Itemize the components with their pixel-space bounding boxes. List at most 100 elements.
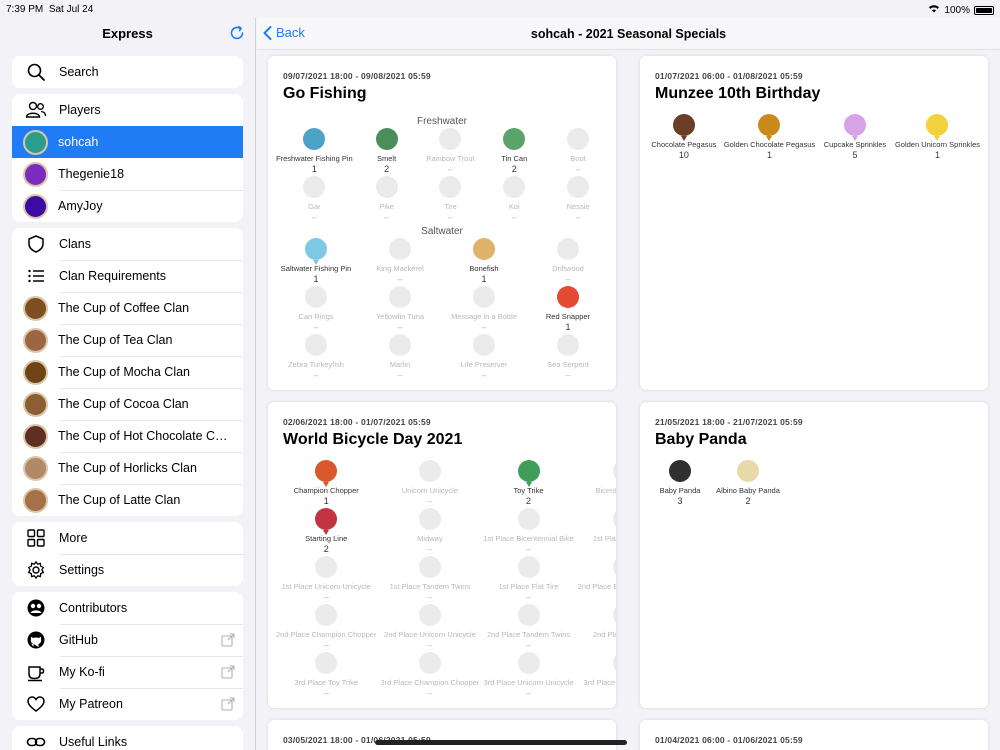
item-grid: Champion Chopper 1 Unicorn Unicycle – Toy Tr…: [274, 460, 616, 700]
sidebar-item-the-cup-of-latte-clan[interactable]: The Cup of Latte Clan: [12, 484, 243, 516]
munzee-item[interactable]: Bonefish 1: [442, 238, 526, 286]
munzee-item[interactable]: Bicentennial Bike–: [576, 460, 616, 508]
munzee-icon: [557, 238, 579, 260]
event-card[interactable]: 21/05/2021 18:00 - 21/07/2021 05:59 Baby …: [640, 402, 988, 708]
munzee-count: –: [427, 640, 433, 650]
munzee-icon: [418, 652, 441, 674]
munzee-icon: [517, 604, 540, 626]
event-card[interactable]: 01/07/2021 06:00 - 01/08/2021 05:59 Munze…: [640, 56, 988, 390]
munzee-item[interactable]: Chocolate Pegasus 10: [646, 114, 722, 162]
munzee-item[interactable]: 2nd Place Flat Tire–: [576, 604, 616, 652]
sidebar-item-useful-links[interactable]: Useful Links: [12, 726, 243, 750]
sidebar-item-players[interactable]: Players: [12, 94, 243, 126]
event-card[interactable]: 09/07/2021 18:00 - 09/08/2021 05:59 Go Fi…: [268, 56, 616, 390]
munzee-item[interactable]: 2nd Place Unicorn Unicycle –: [378, 604, 481, 652]
sidebar-item-clan-requirements[interactable]: Clan Requirements: [12, 260, 243, 292]
sidebar-item-my-ko-fi[interactable]: My Ko-fi: [12, 656, 243, 688]
munzee-item[interactable]: 1st Place Bicentennial Bike –: [481, 508, 575, 556]
munzee-item[interactable]: 2nd Place Tandem Twins –: [481, 604, 575, 652]
munzee-icon: [613, 652, 616, 674]
sidebar-item-more[interactable]: More: [12, 522, 243, 554]
munzee-name: Nessie: [566, 202, 590, 211]
munzee-item[interactable]: Unicorn Unicycle –: [378, 460, 481, 508]
sidebar-group: Contributors GitHub My Ko-fi My Patreon: [12, 592, 243, 720]
refresh-icon[interactable]: [228, 24, 246, 42]
munzee-item[interactable]: Golden Unicorn Sprinkles 1: [893, 114, 982, 162]
munzee-item[interactable]: Starting Line 2: [274, 508, 378, 556]
sidebar-item-settings[interactable]: Settings: [12, 554, 243, 586]
munzee-icon: [517, 460, 540, 487]
munzee-item[interactable]: Freshwater Fishing Pin 1: [274, 128, 355, 176]
munzee-icon: [473, 286, 495, 308]
munzee-item[interactable]: Baby Panda 3: [646, 460, 714, 508]
munzee-item[interactable]: Nessie –: [546, 176, 610, 224]
sidebar-item-the-cup-of-coffee-clan[interactable]: The Cup of Coffee Clan: [12, 292, 243, 324]
munzee-item[interactable]: Life Preserver –: [442, 334, 526, 382]
sidebar-item-search[interactable]: Search: [12, 56, 243, 88]
munzee-item[interactable]: Red Snapper 1: [526, 286, 610, 334]
sidebar-item-thegenie18[interactable]: Thegenie18: [12, 158, 243, 190]
sidebar-item-github[interactable]: GitHub: [12, 624, 243, 656]
munzee-count: –: [323, 688, 329, 698]
munzee-name: Boot: [570, 154, 586, 163]
munzee-item[interactable]: Rainbow Trout –: [419, 128, 483, 176]
munzee-name: Unicorn Unicycle: [401, 486, 459, 495]
munzee-item[interactable]: 2nd Place Champion Chopper –: [274, 604, 378, 652]
munzee-item[interactable]: Driftwood –: [526, 238, 610, 286]
munzee-count: –: [427, 592, 433, 602]
sidebar-item-the-cup-of-tea-clan[interactable]: The Cup of Tea Clan: [12, 324, 243, 356]
munzee-item[interactable]: Smelt 2: [355, 128, 419, 176]
sidebar-item-my-patreon[interactable]: My Patreon: [12, 688, 243, 720]
munzee-item[interactable]: Can Rings –: [274, 286, 358, 334]
sidebar-item-the-cup-of-hot-chocolate-clan[interactable]: The Cup of Hot Chocolate Clan: [12, 420, 243, 452]
munzee-item[interactable]: Tin Can 2: [482, 128, 546, 176]
munzee-item[interactable]: 1st Place Tandem Twins –: [378, 556, 481, 604]
munzee-item[interactable]: Gar –: [274, 176, 355, 224]
munzee-item[interactable]: 3rd Place Toy Trike –: [274, 652, 378, 700]
munzee-item[interactable]: Tire –: [419, 176, 483, 224]
munzee-count: 1: [323, 496, 329, 506]
munzee-name: Tin Can: [501, 154, 528, 163]
munzee-name: Gar: [308, 202, 321, 211]
sidebar-item-clans[interactable]: Clans: [12, 228, 243, 260]
munzee-item[interactable]: 1st Place Flat Tire –: [481, 556, 575, 604]
sidebar-item-the-cup-of-mocha-clan[interactable]: The Cup of Mocha Clan: [12, 356, 243, 388]
munzee-item[interactable]: Marlin –: [358, 334, 442, 382]
munzee-item[interactable]: 1st Place Toy Trike–: [576, 508, 616, 556]
munzee-item[interactable]: Sea Serpent –: [526, 334, 610, 382]
munzee-item[interactable]: Zebra Turkeyfish –: [274, 334, 358, 382]
munzee-item[interactable]: 3rd Place Unicorn Unicycle –: [481, 652, 575, 700]
wifi-icon: [928, 4, 940, 16]
event-card[interactable]: 02/06/2021 18:00 - 01/07/2021 05:59 World…: [268, 402, 616, 708]
munzee-item[interactable]: 1st Place Unicorn Unicycle –: [274, 556, 378, 604]
munzee-item[interactable]: Champion Chopper 1: [274, 460, 378, 508]
munzee-item[interactable]: Saltwater Fishing Pin 1: [274, 238, 358, 286]
munzee-item[interactable]: 3rd Place Champion Chopper –: [378, 652, 481, 700]
sidebar-item-amyjoy[interactable]: AmyJoy: [12, 190, 243, 222]
munzee-item[interactable]: 2nd Place Bicentennial Bike–: [576, 556, 616, 604]
munzee-item[interactable]: Albino Baby Panda 2: [714, 460, 782, 508]
munzee-item[interactable]: Midway –: [378, 508, 481, 556]
munzee-name: Cupcake Sprinkles: [823, 140, 887, 149]
munzee-item[interactable]: Cupcake Sprinkles 5: [817, 114, 893, 162]
event-card[interactable]: 01/04/2021 06:00 - 01/06/2021 05:59: [640, 720, 988, 750]
munzee-item[interactable]: King Mackerel –: [358, 238, 442, 286]
munzee-item[interactable]: Toy Trike 2: [481, 460, 575, 508]
munzee-item[interactable]: Message in a Bottle –: [442, 286, 526, 334]
munzee-icon: [315, 556, 338, 578]
munzee-name: Freshwater Fishing Pin: [276, 154, 353, 163]
munzee-item[interactable]: Golden Chocolate Pegasus 1: [722, 114, 817, 162]
munzee-item[interactable]: Koi –: [482, 176, 546, 224]
sidebar-item-the-cup-of-horlicks-clan[interactable]: The Cup of Horlicks Clan: [12, 452, 243, 484]
munzee-icon: [418, 604, 441, 626]
munzee-item[interactable]: 3rd Place Tandem Twins–: [576, 652, 616, 700]
sidebar-item-contributors[interactable]: Contributors: [12, 592, 243, 624]
sidebar-item-the-cup-of-cocoa-clan[interactable]: The Cup of Cocoa Clan: [12, 388, 243, 420]
sidebar-item-sohcah[interactable]: sohcah: [12, 126, 243, 158]
event-card[interactable]: 03/05/2021 18:00 - 01/06/2021 05:59: [268, 720, 616, 750]
munzee-item[interactable]: Pike –: [355, 176, 419, 224]
munzee-count: –: [397, 370, 403, 380]
munzee-item[interactable]: Boot –: [546, 128, 610, 176]
munzee-item[interactable]: Yellowfin Tuna –: [358, 286, 442, 334]
munzee-count: 3: [677, 496, 683, 506]
